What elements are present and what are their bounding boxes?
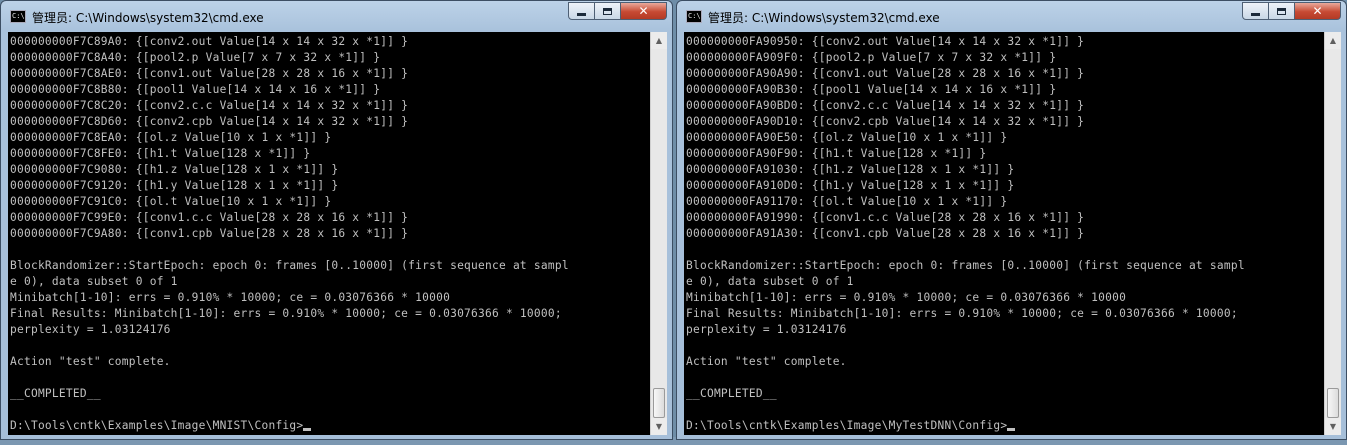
console-line: Minibatch[1-10]: errs = 0.910% * 10000; … bbox=[10, 291, 451, 304]
console-line: Final Results: Minibatch[1-10]: errs = 0… bbox=[10, 307, 562, 320]
console-line: 000000000F7C8D60: {[conv2.cpb Value[14 x… bbox=[10, 115, 409, 128]
cmd-app-icon[interactable]: C:\ bbox=[686, 10, 702, 23]
console-line: 000000000FA90D10: {[conv2.cpb Value[14 x… bbox=[686, 115, 1085, 128]
console-line: 000000000FA91030: {[h1.z Value[128 x 1 x… bbox=[686, 163, 1015, 176]
minimize-button[interactable] bbox=[1242, 2, 1269, 20]
console-line: 000000000FA90BD0: {[conv2.c.c Value[14 x… bbox=[686, 99, 1085, 112]
console-line: 000000000FA91990: {[conv1.c.c Value[28 x… bbox=[686, 211, 1085, 224]
console-line: 000000000F7C91C0: {[ol.t Value[10 x 1 x … bbox=[10, 195, 332, 208]
arrow-up-icon: ▲ bbox=[655, 36, 663, 45]
vertical-scrollbar[interactable]: ▲ ▼ bbox=[1324, 32, 1341, 435]
console-line: 000000000FA91A30: {[conv1.cpb Value[28 x… bbox=[686, 227, 1085, 240]
close-icon: ✕ bbox=[638, 4, 649, 18]
console-line: 000000000F7C9080: {[h1.z Value[128 x 1 x… bbox=[10, 163, 339, 176]
console-line: perplexity = 1.03124176 bbox=[686, 323, 847, 336]
console-line: 000000000F7C9A80: {[conv1.cpb Value[28 x… bbox=[10, 227, 409, 240]
console-line: 000000000FA90950: {[conv2.out Value[14 x… bbox=[686, 35, 1085, 48]
console-line: 000000000FA90F90: {[h1.t Value[128 x *1]… bbox=[686, 147, 987, 160]
console-line: 000000000FA909F0: {[pool2.p Value[7 x 7 … bbox=[686, 51, 1057, 64]
cmd-window-left[interactable]: C:\ 管理员: C:\Windows\system32\cmd.exe ✕ 0… bbox=[0, 0, 673, 440]
close-button[interactable]: ✕ bbox=[621, 2, 667, 20]
window-title: 管理员: C:\Windows\system32\cmd.exe bbox=[32, 11, 264, 25]
console-line: e 0), data subset 0 of 1 bbox=[10, 275, 178, 288]
scrollbar-thumb[interactable] bbox=[1327, 388, 1339, 418]
vertical-scrollbar[interactable]: ▲ ▼ bbox=[650, 32, 667, 435]
window-title: 管理员: C:\Windows\system32\cmd.exe bbox=[708, 11, 940, 25]
console-line: __COMPLETED__ bbox=[10, 387, 101, 400]
scroll-up-button[interactable]: ▲ bbox=[1325, 32, 1341, 49]
close-icon: ✕ bbox=[1312, 4, 1323, 18]
console-line: BlockRandomizer::StartEpoch: epoch 0: fr… bbox=[10, 259, 569, 272]
console-line: 000000000F7C9120: {[h1.y Value[128 x 1 x… bbox=[10, 179, 339, 192]
console-line: D:\Tools\cntk\Examples\Image\MyTestDNN\C… bbox=[686, 419, 1008, 432]
console-line: 000000000FA90E50: {[ol.z Value[10 x 1 x … bbox=[686, 131, 1008, 144]
arrow-down-icon: ▼ bbox=[1329, 422, 1337, 431]
scroll-down-button[interactable]: ▼ bbox=[651, 418, 667, 435]
console-line: 000000000FA910D0: {[h1.y Value[128 x 1 x… bbox=[686, 179, 1015, 192]
console-line: 000000000FA90A90: {[conv1.out Value[28 x… bbox=[686, 67, 1085, 80]
console-line: Final Results: Minibatch[1-10]: errs = 0… bbox=[686, 307, 1238, 320]
arrow-up-icon: ▲ bbox=[1329, 36, 1337, 45]
close-button[interactable]: ✕ bbox=[1295, 2, 1341, 20]
console-line: Action "test" complete. bbox=[10, 355, 171, 368]
text-cursor bbox=[1007, 428, 1016, 431]
scroll-down-button[interactable]: ▼ bbox=[1325, 418, 1341, 435]
console-line: 000000000FA91170: {[ol.t Value[10 x 1 x … bbox=[686, 195, 1008, 208]
window-controls: ✕ bbox=[1242, 2, 1341, 21]
minimize-icon bbox=[1251, 12, 1260, 16]
console-output[interactable]: 000000000FA90950: {[conv2.out Value[14 x… bbox=[684, 32, 1324, 435]
cmd-app-icon[interactable]: C:\ bbox=[10, 10, 26, 23]
scrollbar-thumb[interactable] bbox=[653, 388, 665, 418]
maximize-button[interactable] bbox=[1269, 2, 1295, 20]
console-text: 000000000F7C89A0: {[conv2.out Value[14 x… bbox=[10, 34, 569, 434]
console-line: Minibatch[1-10]: errs = 0.910% * 10000; … bbox=[686, 291, 1127, 304]
arrow-down-icon: ▼ bbox=[655, 422, 663, 431]
console-line: __COMPLETED__ bbox=[686, 387, 777, 400]
maximize-icon bbox=[1277, 7, 1286, 15]
console-line: 000000000F7C8FE0: {[h1.t Value[128 x *1]… bbox=[10, 147, 311, 160]
console-line: Action "test" complete. bbox=[686, 355, 847, 368]
console-line: 000000000F7C99E0: {[conv1.c.c Value[28 x… bbox=[10, 211, 409, 224]
console-line: 000000000F7C8C20: {[conv2.c.c Value[14 x… bbox=[10, 99, 409, 112]
console-line: 000000000F7C8B80: {[pool1 Value[14 x 14 … bbox=[10, 83, 381, 96]
console-line: 000000000F7C8AE0: {[conv1.out Value[28 x… bbox=[10, 67, 409, 80]
console-line: 000000000FA90B30: {[pool1 Value[14 x 14 … bbox=[686, 83, 1057, 96]
console-line: 000000000F7C89A0: {[conv2.out Value[14 x… bbox=[10, 35, 409, 48]
scroll-up-button[interactable]: ▲ bbox=[651, 32, 667, 49]
console-line: 000000000F7C8EA0: {[ol.z Value[10 x 1 x … bbox=[10, 131, 332, 144]
title-bar[interactable]: C:\ 管理员: C:\Windows\system32\cmd.exe ✕ bbox=[1, 1, 672, 33]
console-line: e 0), data subset 0 of 1 bbox=[686, 275, 854, 288]
title-bar[interactable]: C:\ 管理员: C:\Windows\system32\cmd.exe ✕ bbox=[677, 1, 1346, 33]
console-line: perplexity = 1.03124176 bbox=[10, 323, 171, 336]
console-text: 000000000FA90950: {[conv2.out Value[14 x… bbox=[686, 34, 1245, 434]
console-line: 000000000F7C8A40: {[pool2.p Value[7 x 7 … bbox=[10, 51, 381, 64]
minimize-icon bbox=[577, 12, 586, 16]
minimize-button[interactable] bbox=[568, 2, 595, 20]
maximize-icon bbox=[603, 7, 612, 15]
text-cursor bbox=[303, 428, 312, 431]
console-output[interactable]: 000000000F7C89A0: {[conv2.out Value[14 x… bbox=[8, 32, 650, 435]
window-controls: ✕ bbox=[568, 2, 667, 21]
cmd-window-right[interactable]: C:\ 管理员: C:\Windows\system32\cmd.exe ✕ 0… bbox=[676, 0, 1347, 440]
maximize-button[interactable] bbox=[595, 2, 621, 20]
console-line: D:\Tools\cntk\Examples\Image\MNIST\Confi… bbox=[10, 419, 304, 432]
console-line: BlockRandomizer::StartEpoch: epoch 0: fr… bbox=[686, 259, 1245, 272]
